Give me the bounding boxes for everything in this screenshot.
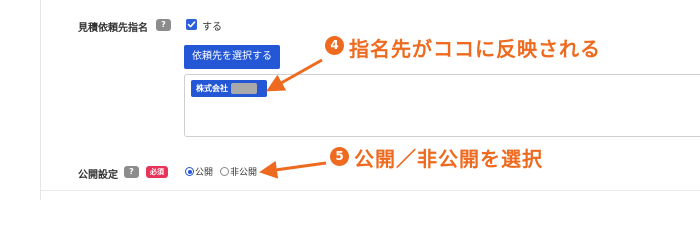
annotation-arrows (259, 58, 327, 179)
callout-4-number: 4 (325, 36, 344, 55)
callout-5-number: 5 (330, 147, 349, 166)
callout-5-arrow (259, 160, 327, 179)
callout-5-text: 公開／非公開を選択 (354, 147, 543, 171)
callout-4-arrow (266, 58, 323, 92)
callout-4-text: 指名先がココに反映される (349, 37, 601, 61)
